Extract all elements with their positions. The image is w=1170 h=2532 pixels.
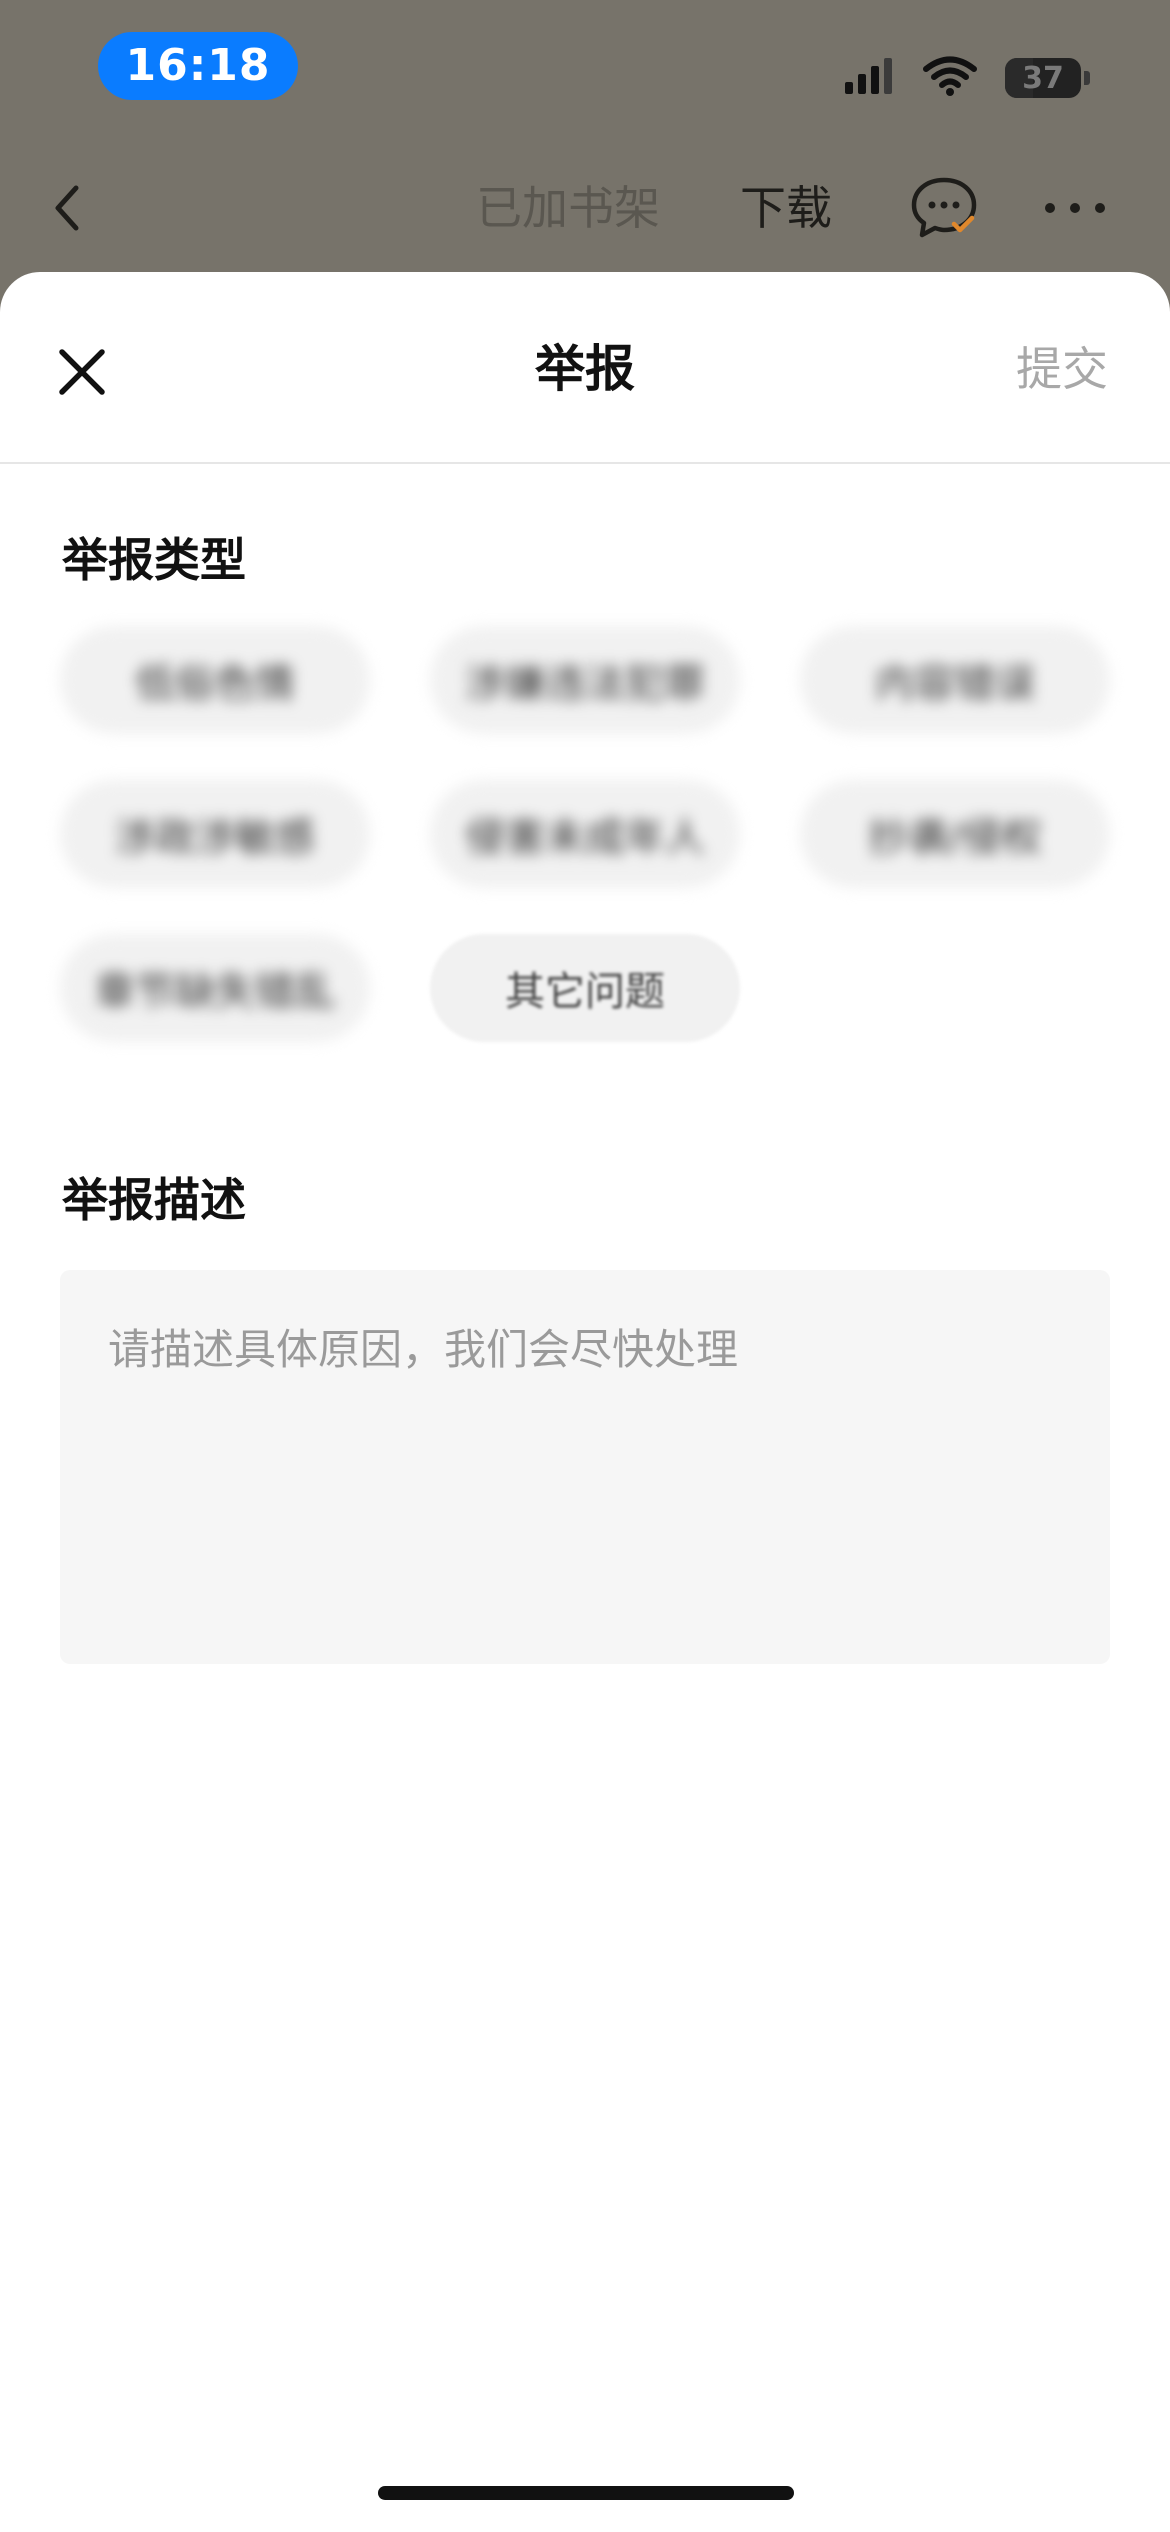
battery-percentage: 37 bbox=[1022, 60, 1064, 96]
submit-button[interactable]: 提交 bbox=[1016, 334, 1108, 404]
report-type-chip-other[interactable]: 其它问题 bbox=[430, 934, 740, 1042]
report-desc-input[interactable] bbox=[60, 1270, 1110, 1664]
report-type-chip[interactable]: 涉政涉敏感 bbox=[60, 780, 370, 888]
status-icons: 37 bbox=[843, 56, 1090, 100]
report-type-chip[interactable]: 抄袭/侵权 bbox=[800, 780, 1110, 888]
cellular-signal-icon bbox=[843, 56, 895, 100]
added-to-shelf-label[interactable]: 已加书架 bbox=[476, 178, 660, 238]
download-button[interactable]: 下载 bbox=[740, 178, 832, 238]
more-dots-icon bbox=[1045, 203, 1105, 213]
more-button[interactable] bbox=[1040, 180, 1110, 236]
report-type-options: 低俗色情 涉嫌违法犯罪 内容错误 涉政涉敏感 侵害未成年人 抄袭/侵权 章节缺失… bbox=[60, 626, 1110, 1042]
comment-button[interactable] bbox=[910, 174, 978, 242]
report-screen: 16:18 37 已加书架 下载 举报 提交 举报类型 低俗色情 涉嫌违法犯罪 … bbox=[0, 0, 1170, 2532]
home-indicator[interactable] bbox=[378, 2486, 794, 2500]
sheet-header: 举报 提交 bbox=[0, 272, 1170, 464]
report-type-chip[interactable]: 低俗色情 bbox=[60, 626, 370, 734]
reader-toolbar: 已加书架 下载 bbox=[0, 160, 1170, 250]
dimmed-background[interactable]: 16:18 37 已加书架 下载 bbox=[0, 0, 1170, 300]
report-type-chip[interactable]: 涉嫌违法犯罪 bbox=[430, 626, 740, 734]
report-type-chip[interactable]: 章节缺失错乱 bbox=[60, 934, 370, 1042]
comment-icon bbox=[911, 177, 977, 238]
status-time: 16:18 bbox=[98, 32, 298, 100]
sheet-title: 举报 bbox=[535, 340, 635, 398]
report-sheet: 举报 提交 举报类型 低俗色情 涉嫌违法犯罪 内容错误 涉政涉敏感 侵害未成年人… bbox=[0, 272, 1170, 2532]
report-type-chip[interactable]: 侵害未成年人 bbox=[430, 780, 740, 888]
report-type-chip[interactable]: 内容错误 bbox=[800, 626, 1110, 734]
battery-cap bbox=[1084, 71, 1090, 85]
battery-icon: 37 bbox=[1005, 58, 1081, 98]
back-button[interactable] bbox=[40, 178, 100, 238]
report-desc-label: 举报描述 bbox=[62, 1173, 246, 1227]
wifi-icon bbox=[923, 56, 977, 100]
report-type-label: 举报类型 bbox=[62, 533, 246, 587]
chevron-left-icon bbox=[55, 185, 79, 231]
